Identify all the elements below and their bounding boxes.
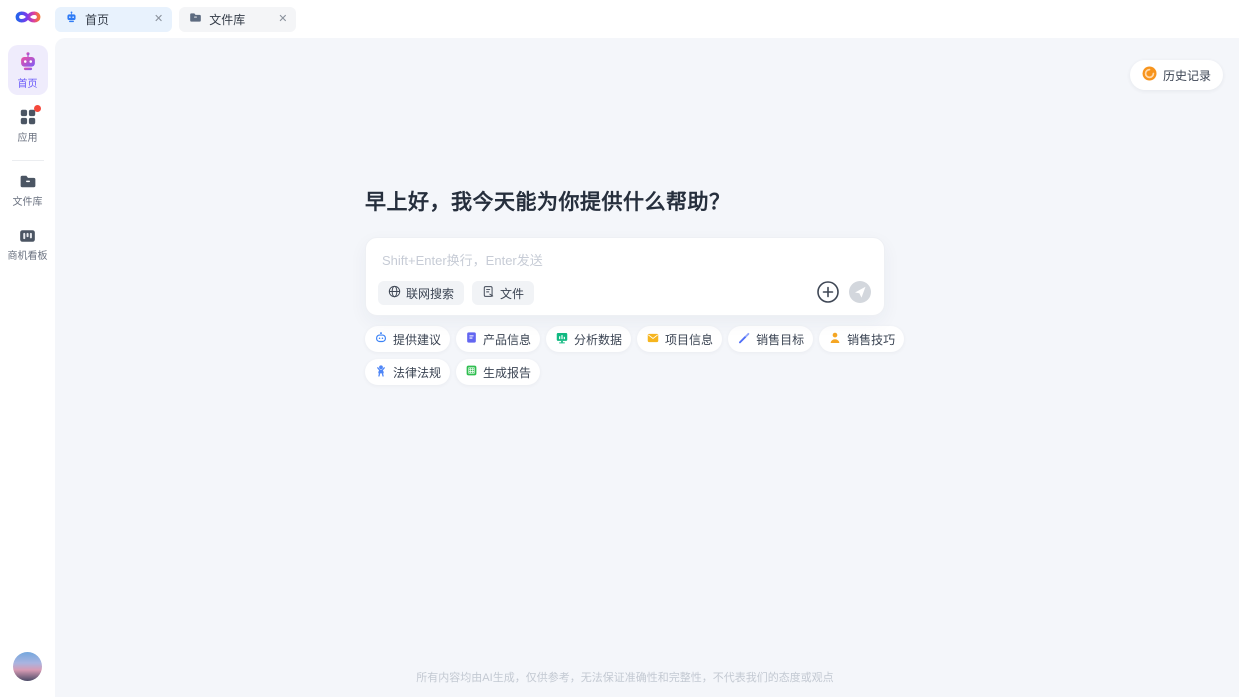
sidebar-item-apps[interactable]: 应用 (0, 108, 55, 144)
chip-label: 提供建议 (393, 331, 441, 348)
tool-label: 联网搜索 (406, 285, 454, 302)
history-label: 历史记录 (1163, 67, 1211, 84)
chip-suggestions[interactable]: 提供建议 (365, 326, 450, 352)
file-icon (482, 285, 495, 301)
send-button[interactable] (848, 281, 872, 305)
add-attachment-button[interactable] (816, 281, 840, 305)
message-composer: 联网搜索 文件 (365, 237, 885, 316)
chip-label: 法律法规 (393, 364, 441, 381)
folder-icon (189, 11, 202, 27)
chip-product-info[interactable]: 产品信息 (456, 326, 540, 352)
sidebar: 首页 应用 文件库 商机看板 (0, 38, 55, 697)
sidebar-item-label: 应用 (18, 129, 38, 144)
home-content: 早上好，我今天能为你提供什么帮助？ 联网搜索 文件 (365, 186, 885, 385)
chip-analyze-data[interactable]: 分析数据 (546, 326, 631, 352)
chip-label: 销售技巧 (847, 331, 895, 348)
folder-icon (19, 173, 37, 190)
person-icon (828, 331, 842, 348)
chip-sales-skills[interactable]: 销售技巧 (819, 326, 904, 352)
user-avatar[interactable] (13, 652, 42, 681)
sidebar-item-label: 首页 (18, 75, 38, 90)
close-icon[interactable]: ✕ (154, 14, 163, 25)
tool-label: 文件 (500, 285, 524, 302)
person-arms-up-icon (374, 364, 388, 381)
tab-bar: 首页 ✕ 文件库 ✕ (55, 7, 296, 32)
tab-label: 文件库 (209, 11, 261, 28)
sidebar-item-kanban[interactable]: 商机看板 (0, 228, 55, 262)
app-logo (0, 7, 55, 32)
chip-generate-report[interactable]: 生成报告 (456, 359, 540, 385)
chip-sales-target[interactable]: 销售目标 (728, 326, 813, 352)
topbar: 首页 ✕ 文件库 ✕ (0, 0, 1239, 38)
globe-icon (388, 285, 401, 301)
pen-icon (737, 331, 751, 348)
file-button[interactable]: 文件 (472, 281, 534, 305)
sidebar-item-home[interactable]: 首页 (8, 45, 48, 95)
sidebar-divider (12, 160, 44, 161)
close-icon[interactable]: ✕ (278, 14, 287, 25)
chip-label: 产品信息 (483, 331, 531, 348)
apps-grid-icon (19, 108, 37, 126)
chip-label: 项目信息 (665, 331, 713, 348)
chip-laws[interactable]: 法律法规 (365, 359, 450, 385)
composer-actions (816, 281, 872, 305)
greeting-title: 早上好，我今天能为你提供什么帮助？ (365, 186, 885, 216)
chip-label: 销售目标 (756, 331, 804, 348)
sidebar-item-label: 文件库 (13, 193, 43, 208)
monitor-chart-icon (555, 331, 569, 348)
infinity-logo-icon (11, 7, 45, 32)
kanban-icon (19, 228, 36, 244)
plus-circle-icon (816, 280, 840, 307)
chip-label: 生成报告 (483, 364, 531, 381)
bot-icon (65, 11, 78, 27)
bot-icon (17, 51, 39, 73)
message-input[interactable] (382, 250, 868, 284)
suggestion-chips: 提供建议 产品信息 分析数据 项目信息 (365, 326, 905, 385)
tab-label: 首页 (85, 11, 137, 28)
web-search-button[interactable]: 联网搜索 (378, 281, 464, 305)
tab-home[interactable]: 首页 ✕ (55, 7, 172, 32)
envelope-icon (646, 331, 660, 348)
composer-tools: 联网搜索 文件 (378, 281, 534, 305)
bot-outline-icon (374, 331, 388, 348)
sidebar-item-label: 商机看板 (8, 247, 48, 262)
history-button[interactable]: 历史记录 (1130, 60, 1223, 90)
main-area: 历史记录 早上好，我今天能为你提供什么帮助？ 联网搜索 文件 (55, 38, 1239, 697)
history-icon (1142, 66, 1157, 84)
product-card-icon (465, 331, 478, 347)
ai-disclaimer: 所有内容均由AI生成，仅供参考，无法保证准确性和完整性，不代表我们的态度或观点 (33, 669, 1217, 685)
chip-label: 分析数据 (574, 331, 622, 348)
table-grid-icon (465, 364, 478, 380)
sidebar-item-file-library[interactable]: 文件库 (0, 173, 55, 208)
send-icon (848, 280, 872, 307)
chip-project-info[interactable]: 项目信息 (637, 326, 722, 352)
notification-badge (34, 105, 41, 112)
tab-file-library[interactable]: 文件库 ✕ (179, 7, 296, 32)
